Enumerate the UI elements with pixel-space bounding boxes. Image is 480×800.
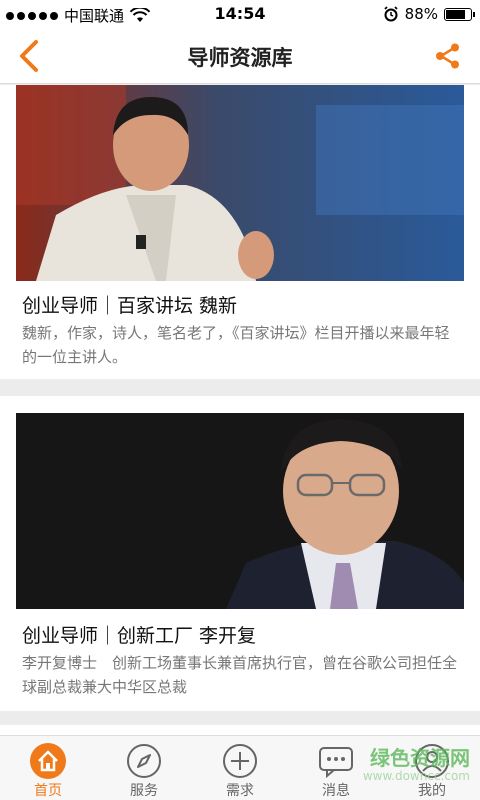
battery-fill	[446, 9, 466, 19]
battery-percent: 88%	[404, 5, 438, 23]
watermark-url: www.downcc.com	[362, 769, 470, 783]
tab-label: 我的	[418, 783, 446, 799]
tab-label: 需求	[226, 783, 254, 799]
alarm-icon	[384, 6, 398, 22]
tab-demand[interactable]: 需求	[192, 740, 288, 800]
mentor-photo-image	[16, 413, 464, 609]
home-icon	[30, 743, 66, 779]
status-bar: 中国联通 14:54 88%	[0, 0, 480, 28]
share-icon	[436, 43, 459, 69]
watermark: 绿色资源网 www.downcc.com	[363, 742, 470, 783]
battery-area: 88%	[383, 5, 475, 23]
chat-icon	[319, 747, 353, 779]
page-title: 导师资源库	[187, 46, 293, 70]
tab-label: 首页	[34, 783, 62, 799]
compass-icon	[127, 744, 161, 778]
tab-label: 服务	[130, 783, 158, 799]
mentor-card[interactable]: 创业导师｜百家讲坛 魏新 魏新，作家，诗人，笔名老了，《百家讲坛》栏目开播以来最…	[0, 85, 480, 379]
mentor-photo	[16, 85, 464, 281]
tab-label: 消息	[322, 783, 350, 799]
mentor-photo-image	[16, 85, 464, 281]
share-button[interactable]	[430, 38, 466, 74]
mentor-description: 魏新，作家，诗人，笔名老了，《百家讲坛》栏目开播以来最年轻的一位主讲人。	[22, 324, 450, 366]
mentor-card[interactable]	[0, 725, 480, 735]
mentor-photo	[16, 413, 464, 609]
tab-home[interactable]: 首页	[0, 740, 96, 800]
watermark-text: 绿色资源网	[370, 746, 470, 770]
mentor-title: 创业导师｜创新工厂 李开复	[22, 625, 257, 647]
mentor-card[interactable]: 创业导师｜创新工厂 李开复 李开复博士 创新工场董事长兼首席执行官，曾在谷歌公司…	[0, 396, 480, 711]
plus-circle-icon	[223, 744, 257, 778]
mentor-list[interactable]: 创业导师｜百家讲坛 魏新 魏新，作家，诗人，笔名老了，《百家讲坛》栏目开播以来最…	[0, 85, 480, 735]
navigation-bar: 导师资源库	[0, 28, 480, 84]
battery-icon	[444, 7, 475, 21]
mentor-title: 创业导师｜百家讲坛 魏新	[22, 295, 238, 317]
tab-service[interactable]: 服务	[96, 740, 192, 800]
mentor-description: 李开复博士 创新工场董事长兼首席执行官，曾在谷歌公司担任全球副总裁兼大中华区总裁	[22, 654, 458, 696]
